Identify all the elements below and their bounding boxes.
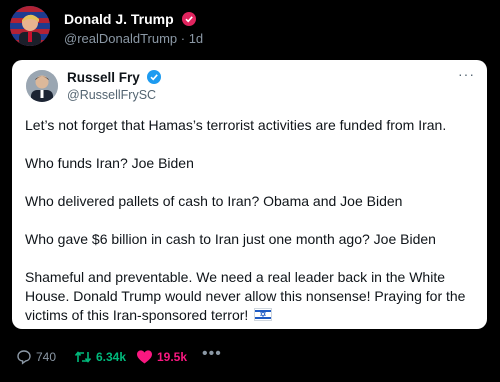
quoted-post-text: Let’s not forget that Hamas’s terrorist … — [25, 116, 477, 325]
reply-button[interactable]: 740 — [16, 346, 56, 368]
quoted-author-name-text[interactable]: Russell Fry — [67, 70, 140, 85]
paragraph: Who funds Iran? Joe Biden — [25, 155, 194, 171]
verified-icon — [181, 12, 196, 26]
quoted-author-handle[interactable]: @RussellFrySC — [67, 88, 156, 102]
repost-count: 6.34k — [96, 350, 127, 364]
like-button[interactable]: 19.5k — [136, 346, 187, 368]
paragraph: Let’s not forget that Hamas’s terrorist … — [25, 117, 447, 133]
paragraph-last-text: Shameful and preventable. We need a real… — [25, 269, 466, 323]
more-options-icon[interactable]: ··· — [458, 66, 475, 82]
author-name[interactable]: Donald J. Trump — [64, 11, 196, 27]
repost-icon — [74, 351, 92, 363]
paragraph: Who delivered pallets of cash to Iran? O… — [25, 193, 403, 209]
more-actions-icon[interactable]: ••• — [202, 343, 222, 365]
verified-icon — [146, 70, 161, 84]
quoted-avatar[interactable] — [26, 70, 58, 102]
repost-button[interactable]: 6.34k — [74, 346, 126, 368]
post-actions: 740 6.34k 19.5k ••• — [16, 343, 486, 368]
israel-flag-icon — [254, 308, 273, 321]
like-count: 19.5k — [157, 350, 188, 364]
reply-icon — [17, 350, 31, 365]
paragraph: Who gave $6 billion in cash to Iran just… — [25, 231, 436, 247]
post-header: Donald J. Trump @realDonaldTrump · 1d — [10, 6, 490, 46]
author-name-text[interactable]: Donald J. Trump — [64, 11, 174, 27]
reply-count: 740 — [36, 350, 57, 364]
quoted-author-name[interactable]: Russell Fry — [67, 70, 161, 85]
author-avatar[interactable] — [10, 6, 50, 46]
heart-icon — [137, 350, 152, 364]
paragraph-last: Shameful and preventable. We need a real… — [25, 268, 477, 325]
quoted-post-card[interactable]: Russell Fry @RussellFrySC ··· Let’s not … — [12, 60, 487, 329]
author-handle-time: @realDonaldTrump · 1d — [64, 31, 204, 46]
